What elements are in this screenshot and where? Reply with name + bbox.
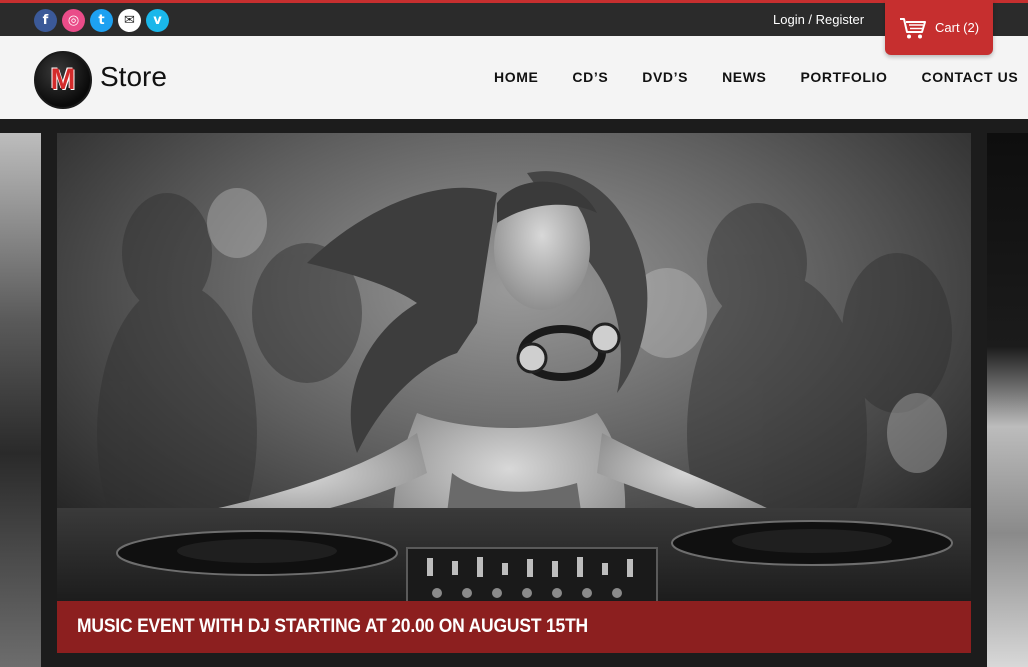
nav-home[interactable]: HOME (494, 69, 538, 85)
twitter-icon[interactable]: t (90, 9, 113, 32)
hero-slider: MUSIC EVENT WITH DJ STARTING AT 20.00 ON… (0, 119, 1028, 667)
dj-photo-illustration (57, 133, 971, 653)
nav-news[interactable]: NEWS (722, 69, 766, 85)
facebook-icon[interactable]: f (34, 9, 57, 32)
login-register: Login / Register (773, 12, 864, 27)
social-links: f ◎ t ✉ v (34, 9, 169, 32)
dribbble-icon[interactable]: ◎ (62, 9, 85, 32)
main-nav: HOME CD’S DVD’S NEWS PORTFOLIO CONTACT U… (494, 69, 1018, 85)
slide-caption-text: MUSIC EVENT WITH DJ STARTING AT 20.00 ON… (77, 616, 589, 637)
nav-dvds[interactable]: DVD’S (642, 69, 688, 85)
login-link[interactable]: Login (773, 12, 805, 27)
site-header: M Store HOME CD’S DVD’S NEWS PORTFOLIO C… (0, 36, 1028, 119)
cart-icon (900, 17, 926, 38)
mail-icon[interactable]: ✉ (118, 9, 141, 32)
vimeo-icon[interactable]: v (146, 9, 169, 32)
next-slide-preview[interactable] (987, 133, 1028, 667)
nav-portfolio[interactable]: PORTFOLIO (800, 69, 887, 85)
register-link[interactable]: Register (816, 12, 864, 27)
nav-contact-us[interactable]: CONTACT US (922, 69, 1019, 85)
cart-label: Cart (2) (935, 20, 980, 35)
logo-text[interactable]: Store (100, 61, 167, 93)
previous-slide-preview[interactable] (0, 133, 41, 667)
logo-mark[interactable]: M (34, 51, 92, 109)
logo-letter: M (50, 63, 76, 96)
slide-caption[interactable]: MUSIC EVENT WITH DJ STARTING AT 20.00 ON… (57, 601, 971, 653)
top-bar: f ◎ t ✉ v Login / Register (0, 0, 1028, 36)
nav-cds[interactable]: CD’S (572, 69, 608, 85)
hero-slide-image (57, 133, 971, 653)
cart-button[interactable]: Cart (2) (885, 0, 993, 55)
login-separator: / (804, 12, 816, 27)
